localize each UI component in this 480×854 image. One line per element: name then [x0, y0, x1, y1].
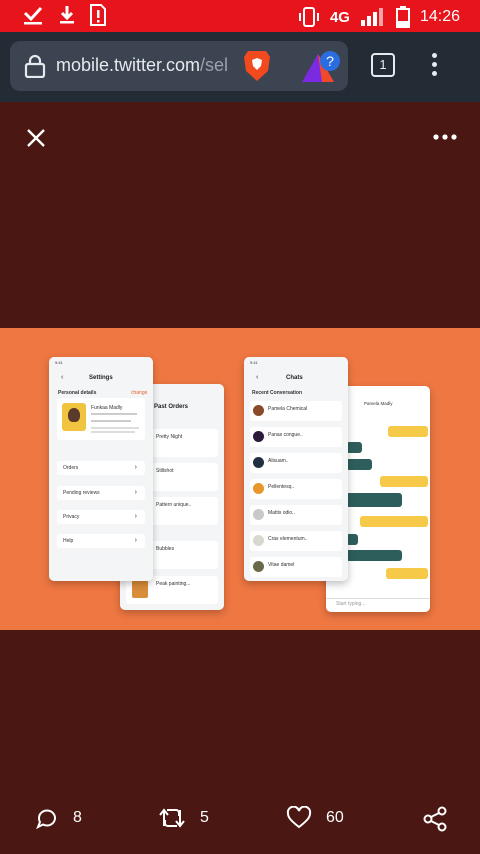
tweet-actions: 8 5 60 — [0, 806, 480, 846]
reply-icon — [36, 809, 56, 830]
lock-icon — [24, 54, 46, 78]
brave-shields-icon[interactable] — [242, 49, 272, 83]
like-count: 60 — [326, 809, 344, 826]
browser-toolbar: mobile.twitter.com/sel ? 1 — [0, 32, 480, 102]
settings-screen-mockup: 9:41 ‹ Settings Personal details change … — [49, 357, 153, 581]
browser-menu-button[interactable] — [426, 53, 442, 79]
battery-low-icon — [395, 6, 410, 28]
signal-icon — [360, 8, 383, 26]
clock: 14:26 — [419, 8, 460, 25]
like-button[interactable]: 60 — [286, 806, 344, 830]
chats-screen-mockup: 9:41 ‹ Chats Recent Conversation Pamela … — [244, 357, 348, 581]
retweet-count: 5 — [200, 809, 209, 826]
reply-count: 8 — [73, 809, 82, 826]
status-bar: 4G 14:26 — [0, 0, 480, 32]
share-button[interactable] — [422, 806, 448, 832]
tweet-image[interactable]: Past Orders Pretty Night Stillshot Patte… — [0, 328, 480, 630]
sim-alert-icon — [90, 4, 106, 26]
more-options-icon[interactable] — [430, 128, 460, 146]
brave-rewards-icon[interactable]: ? — [300, 50, 344, 84]
heart-icon — [286, 806, 312, 829]
network-type: 4G — [329, 8, 350, 26]
url-text[interactable]: mobile.twitter.com/sel — [56, 55, 228, 76]
vibrate-icon — [298, 7, 319, 27]
download-icon — [60, 6, 74, 24]
retweet-button[interactable]: 5 — [158, 806, 209, 830]
download-done-icon — [23, 6, 43, 25]
retweet-icon — [159, 808, 185, 828]
svg-text:?: ? — [326, 53, 334, 69]
close-icon[interactable] — [24, 126, 48, 150]
address-bar[interactable]: mobile.twitter.com/sel ? — [10, 41, 348, 91]
tab-switcher-button[interactable]: 1 — [371, 53, 395, 77]
reply-button[interactable]: 8 — [35, 806, 82, 830]
share-icon — [423, 806, 447, 832]
